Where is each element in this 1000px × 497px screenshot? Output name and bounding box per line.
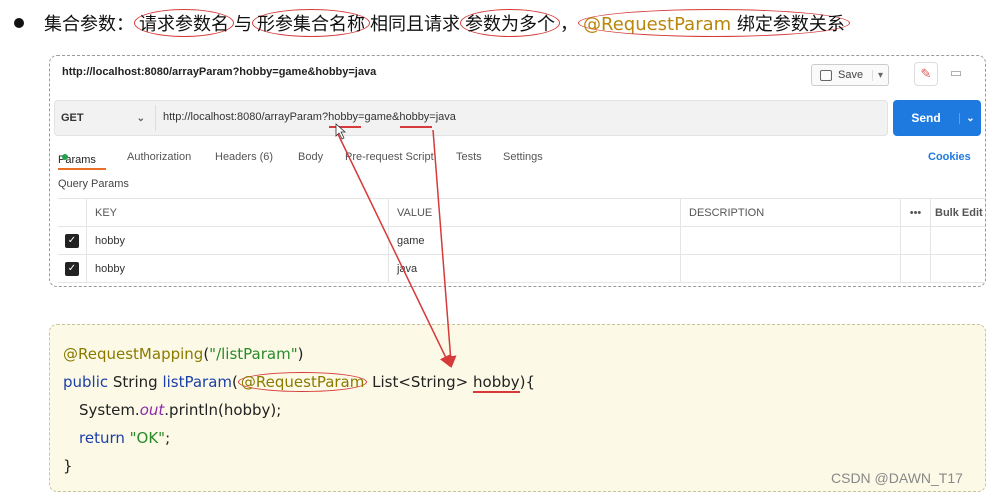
send-button[interactable]: Send ⌄ [893, 100, 981, 136]
code-panel: @RequestMapping("/listParam") public Str… [49, 324, 986, 492]
tab-authorization[interactable]: Authorization [127, 151, 191, 163]
code-line-2: public String listParam(@RequestParam Li… [63, 372, 536, 393]
more-icon[interactable]: ••• [900, 199, 930, 227]
heading-annotation-text: @RequestParam [583, 14, 732, 35]
method-select[interactable]: GET ⌄ [61, 101, 151, 135]
request-title[interactable]: http://localhost:8080/arrayParam?hobby=g… [62, 66, 376, 78]
checkbox[interactable]: ✓ [65, 262, 79, 276]
watermark: CSDN @DAWN_T17 [831, 470, 963, 486]
tab-pre-request-script[interactable]: Pre-request Script [345, 151, 434, 163]
key-cell[interactable]: hobby [86, 227, 388, 255]
code-string: "/listParam" [209, 345, 298, 363]
tab-body[interactable]: Body [298, 151, 323, 163]
divider [155, 105, 156, 131]
heading-part: 与 [234, 14, 252, 35]
value-cell[interactable]: java [388, 255, 680, 283]
checkbox-cell: ✓ [58, 255, 86, 283]
chevron-down-icon[interactable]: ⌄ [959, 112, 981, 124]
code-line-3: System.out.println(hobby); [79, 401, 281, 419]
code-string: "OK" [124, 429, 166, 447]
code-keyword: public [63, 373, 109, 391]
code-text: ){ [519, 373, 536, 391]
key-cell[interactable]: hobby [86, 255, 388, 283]
bulk-edit-link[interactable]: Bulk Edit [930, 199, 985, 227]
url-input[interactable]: http://localhost:8080/arrayParam?hobby=g… [163, 111, 456, 123]
query-params-label: Query Params [58, 178, 129, 190]
code-function: listParam [162, 373, 233, 391]
active-tab-indicator [58, 168, 106, 170]
code-text: ) [297, 345, 304, 363]
heading-annotation: @RequestParam 绑定参数关系 [578, 9, 850, 37]
params-table: KEY VALUE DESCRIPTION ••• Bulk Edit ✓ ho… [58, 198, 985, 283]
header-key: KEY [86, 199, 388, 227]
table-header-row: KEY VALUE DESCRIPTION ••• Bulk Edit [58, 199, 985, 227]
row-spacer [930, 227, 985, 255]
postman-panel: http://localhost:8080/arrayParam?hobby=g… [49, 55, 986, 287]
comment-icon[interactable]: ▭ [944, 62, 968, 86]
code-field: out [139, 401, 165, 419]
code-annotation-circled: @RequestParam [237, 372, 368, 392]
code-param-underlined: hobby [473, 373, 520, 393]
description-cell[interactable] [680, 227, 900, 255]
checkbox[interactable]: ✓ [65, 234, 79, 248]
send-label: Send [911, 111, 941, 125]
code-line-5: } [63, 457, 73, 475]
code-text: List<String> [367, 373, 474, 391]
value-cell[interactable]: game [388, 227, 680, 255]
code-text: ; [165, 429, 171, 447]
heading-part: 相同且请求 [370, 14, 460, 35]
chevron-down-icon[interactable]: ▾ [872, 69, 888, 81]
heading-part: 集合参数： [44, 14, 134, 35]
tab-tests[interactable]: Tests [456, 151, 482, 163]
heading: 集合参数： 请求参数名 与 形参集合名称 相同且请求 参数为多个 ， @Requ… [14, 9, 850, 37]
save-label: Save [838, 69, 864, 81]
tab-settings[interactable]: Settings [503, 151, 543, 163]
save-icon [820, 69, 832, 81]
heading-part-circled: 形参集合名称 [252, 9, 370, 37]
cookies-link[interactable]: Cookies [928, 151, 971, 163]
request-bar: GET ⌄ http://localhost:8080/arrayParam?h… [54, 100, 888, 136]
header-description: DESCRIPTION [680, 199, 900, 227]
method-label: GET [61, 112, 84, 124]
description-cell[interactable] [680, 255, 900, 283]
row-spacer [900, 255, 930, 283]
code-line-1: @RequestMapping("/listParam") [63, 345, 303, 363]
status-dot [62, 154, 68, 160]
code-text: String [108, 373, 163, 391]
heading-part: ， [560, 14, 578, 35]
tab-headers[interactable]: Headers (6) [215, 151, 273, 163]
code-text: ( [232, 373, 238, 391]
table-row: ✓ hobby game [58, 227, 985, 255]
pencil-icon[interactable]: ✎ [914, 62, 938, 86]
bullet-icon [14, 18, 24, 28]
header-value: VALUE [388, 199, 680, 227]
code-text: .println(hobby); [164, 401, 282, 419]
request-header-bar: http://localhost:8080/arrayParam?hobby=g… [50, 56, 985, 90]
header-cell [58, 199, 86, 227]
table-row: ✓ hobby java [58, 255, 985, 283]
chevron-down-icon: ⌄ [136, 112, 145, 124]
heading-part: 绑定参数关系 [731, 14, 845, 35]
save-button[interactable]: Save ▾ [811, 64, 889, 86]
heading-part-circled: 参数为多个 [460, 9, 560, 37]
checkbox-cell: ✓ [58, 227, 86, 255]
code-text: System. [79, 401, 140, 419]
code-keyword: return [79, 429, 125, 447]
row-spacer [930, 255, 985, 283]
code-annotation: @RequestMapping [63, 345, 204, 363]
heading-part-circled: 请求参数名 [134, 9, 234, 37]
row-spacer [900, 227, 930, 255]
code-line-4: return "OK"; [79, 429, 170, 447]
